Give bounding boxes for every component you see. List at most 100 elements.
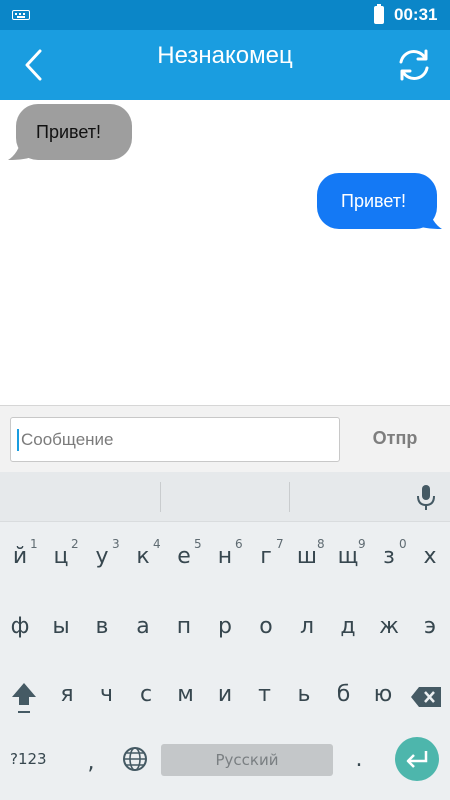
key-label: б [336,681,351,707]
key-row3-1[interactable]: ч [87,669,127,719]
key-label: з [383,543,395,569]
key-label: г [260,543,272,569]
send-button[interactable]: Отпр [352,428,438,454]
key-label: в [95,613,109,639]
comma-key-label: , [87,749,95,775]
key-row1-7[interactable]: ш8 [287,531,327,581]
key-row2-2[interactable]: в [82,601,122,651]
language-key[interactable] [117,734,153,784]
enter-icon [406,751,428,768]
key-hint: 0 [399,537,407,551]
microphone-icon[interactable] [415,484,437,512]
status-bar: 00:31 [0,0,450,30]
globe-icon [123,747,147,771]
key-row2-10[interactable]: э [410,601,450,651]
backspace-key[interactable] [408,672,444,722]
key-label: щ [337,543,359,569]
key-row1-5[interactable]: н6 [205,531,245,581]
key-row3-4[interactable]: и [205,669,245,719]
key-row1-3[interactable]: к4 [123,531,163,581]
enter-key[interactable] [395,737,439,781]
key-hint: 5 [194,537,202,551]
key-row3-6[interactable]: ь [284,669,324,719]
key-row1-8[interactable]: щ9 [328,531,368,581]
key-row2-6[interactable]: о [246,601,286,651]
key-label: и [217,681,233,707]
key-row3-0[interactable]: я [47,669,87,719]
key-hint: 4 [153,537,161,551]
key-row1-9[interactable]: з0 [369,531,409,581]
key-label: к [136,543,150,569]
key-row1-10[interactable]: х [410,531,450,581]
key-label: ы [52,613,70,639]
key-row1-1[interactable]: ц2 [41,531,81,581]
key-label: ю [373,681,393,707]
key-label: ш [296,543,318,569]
key-row3-7[interactable]: б [324,669,364,719]
key-hint: 9 [358,537,366,551]
key-label: н [217,543,233,569]
key-hint: 3 [112,537,120,551]
key-row3-3[interactable]: м [166,669,206,719]
key-hint: 7 [276,537,284,551]
key-label: с [139,681,153,707]
key-label: ф [10,613,30,639]
key-label: д [340,613,356,639]
key-row2-1[interactable]: ы [41,601,81,651]
period-key-label: . [355,746,363,772]
key-row2-5[interactable]: р [205,601,245,651]
key-row2-7[interactable]: л [287,601,327,651]
space-key[interactable]: Русский [161,744,333,776]
key-row2-8[interactable]: д [328,601,368,651]
suggestion-divider [160,482,161,512]
key-row2-9[interactable]: ж [369,601,409,651]
key-hint: 1 [30,537,38,551]
period-key[interactable]: . [344,734,374,784]
key-hint: 2 [71,537,79,551]
refresh-icon [399,49,429,81]
page-title: Незнакомец [157,42,293,69]
message-input[interactable]: Сообщение [10,417,340,462]
key-row2-4[interactable]: п [164,601,204,651]
key-row3-2[interactable]: с [126,669,166,719]
refresh-button[interactable] [392,44,436,86]
key-label: ц [53,543,69,569]
key-label: ж [379,613,399,639]
key-label: э [423,613,437,639]
key-hint: 6 [235,537,243,551]
outgoing-message-bubble: Привет! [317,173,437,229]
key-label: е [177,543,191,569]
action-bar: Незнакомец [0,30,450,100]
key-row3-8[interactable]: ю [363,669,403,719]
soft-keyboard: й1ц2у3к4е5н6г7ш8щ9з0х фывапролджэ ячсмит… [0,472,450,800]
key-row1-6[interactable]: г7 [246,531,286,581]
chat-area[interactable]: Привет! Привет! [0,100,450,405]
text-cursor [17,429,19,451]
key-row1-2[interactable]: у3 [82,531,122,581]
message-composer: Сообщение Отпр [0,405,450,472]
key-row2-0[interactable]: ф [0,601,40,651]
key-label: ь [297,681,311,707]
key-label: у [95,543,109,569]
key-label: п [176,613,192,639]
key-label: я [60,681,74,707]
key-label: й [12,543,28,569]
symbols-key[interactable]: ?123 [10,750,60,768]
keyboard-status-icon [12,10,30,20]
backspace-icon [411,687,441,707]
key-hint: 8 [317,537,325,551]
suggestion-strip [0,472,450,522]
shift-icon [12,683,36,713]
key-label: м [177,681,194,707]
key-row1-4[interactable]: е5 [164,531,204,581]
battery-icon [374,4,384,24]
key-row2-3[interactable]: а [123,601,163,651]
key-label: т [258,681,271,707]
shift-key[interactable] [6,672,42,722]
key-label: а [136,613,150,639]
key-label: р [218,613,232,639]
key-label: ч [100,681,113,707]
key-row3-5[interactable]: т [245,669,285,719]
comma-key[interactable]: , [76,737,106,787]
key-row1-0[interactable]: й1 [0,531,40,581]
